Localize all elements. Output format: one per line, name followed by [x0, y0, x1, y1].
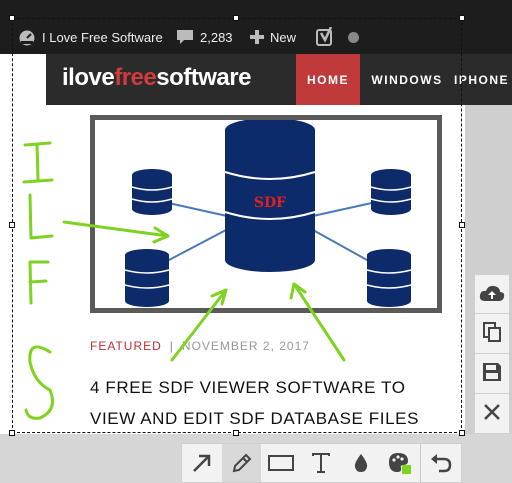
blur-icon: [354, 454, 367, 472]
upload-button[interactable]: [475, 275, 509, 311]
resize-handle[interactable]: [459, 222, 465, 228]
pencil-tool-button[interactable]: [221, 444, 262, 482]
arrow-tool-button[interactable]: [182, 444, 222, 482]
drawing-toolbar: [181, 443, 462, 483]
nav-iphone[interactable]: IPHONE: [454, 54, 512, 105]
pencil-icon: [232, 453, 251, 473]
cloud-upload-icon: [479, 285, 505, 301]
top-strip: [0, 0, 512, 20]
undo-button[interactable]: [421, 444, 461, 482]
close-button[interactable]: [475, 393, 509, 430]
text-tool-button[interactable]: [301, 444, 341, 482]
close-icon: [484, 404, 500, 420]
resize-handle[interactable]: [459, 15, 465, 21]
capture-selection-frame[interactable]: [12, 18, 462, 433]
resize-handle[interactable]: [233, 15, 239, 21]
arrow-icon: [192, 454, 211, 472]
rectangle-icon: [268, 455, 295, 471]
save-icon: [483, 363, 501, 381]
copy-icon: [483, 322, 501, 342]
resize-handle[interactable]: [9, 222, 15, 228]
save-button[interactable]: [475, 353, 509, 390]
undo-icon: [431, 454, 452, 473]
text-icon: [312, 453, 331, 473]
side-toolbar: [474, 274, 510, 434]
rectangle-tool-button[interactable]: [261, 444, 301, 482]
resize-handle[interactable]: [233, 430, 239, 436]
color-tool-button[interactable]: [381, 444, 421, 482]
color-swatch: [402, 465, 412, 474]
color-palette-icon: [389, 453, 412, 474]
resize-handle[interactable]: [459, 430, 465, 436]
blur-tool-button[interactable]: [341, 444, 381, 482]
resize-handle[interactable]: [9, 15, 15, 21]
resize-handle[interactable]: [9, 430, 15, 436]
copy-button[interactable]: [475, 313, 509, 350]
